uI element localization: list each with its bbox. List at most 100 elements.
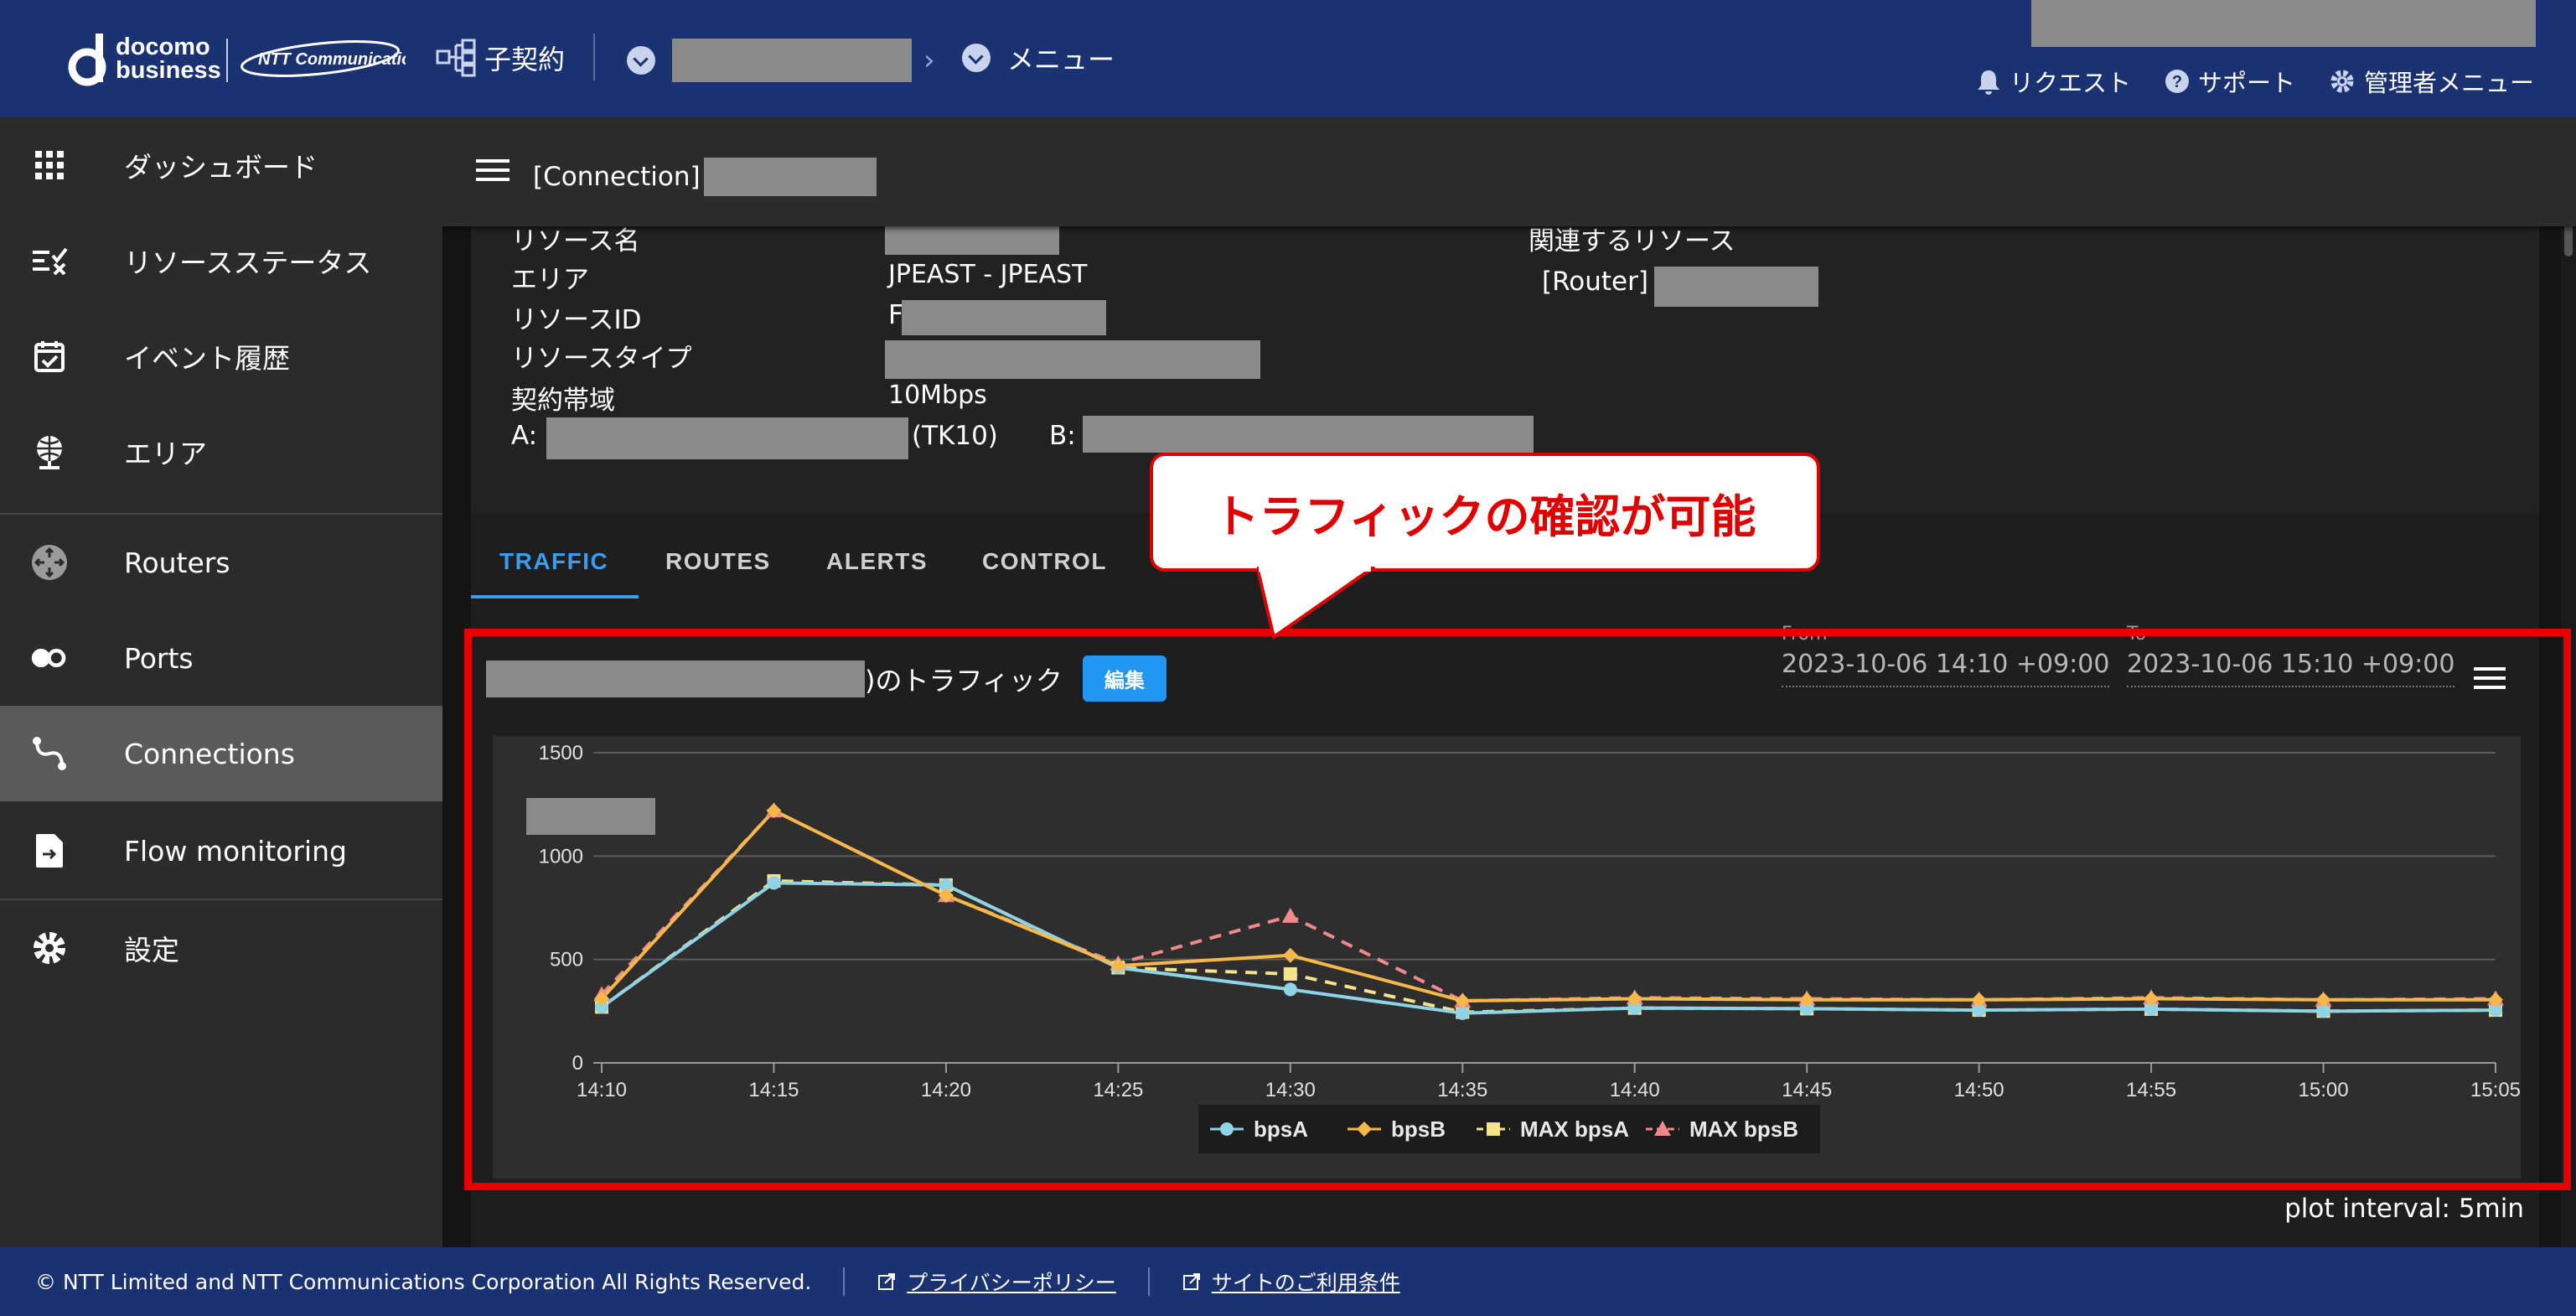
- page-title: [Connection]: [533, 158, 877, 196]
- menu-selector[interactable]: メニュー: [962, 39, 1115, 77]
- x-tick-label: 14:30: [1265, 1079, 1316, 1101]
- sidebar-item-label: エリア: [124, 438, 207, 470]
- annotation-callout: トラフィックの確認が可能: [1150, 453, 1820, 572]
- tab-alerts[interactable]: ALERTS: [826, 548, 928, 575]
- sidebar-item-connections[interactable]: Connections: [0, 706, 442, 801]
- sidebar-item-label: Routers: [124, 546, 230, 579]
- y-tick-label: 0: [572, 1052, 583, 1075]
- page-subheader: [Connection]: [442, 117, 2576, 226]
- redacted-resource-id: [902, 300, 1106, 335]
- from-datetime-field[interactable]: From 2023-10-06 14:10 +09:00: [1782, 624, 2110, 687]
- top-header: docomo business NTT Communications 子契約 ›…: [0, 0, 2576, 117]
- data-point-max-bpsa: [1283, 966, 1297, 981]
- endpoint-a-label: A:: [511, 421, 538, 451]
- data-point-bpsb: [1282, 947, 1298, 963]
- request-label: リクエスト: [2009, 69, 2131, 97]
- to-label: To: [2127, 624, 2147, 645]
- series-line-max-bpsa: [600, 878, 2496, 1014]
- redacted-user-info: [2031, 0, 2536, 47]
- sidebar-item-event-history[interactable]: イベント履歴: [0, 308, 442, 404]
- data-point-bpsa: [1283, 982, 1297, 997]
- resource-type-label: リソースタイプ: [511, 344, 692, 374]
- traffic-title-suffix: )のトラフィック: [865, 664, 1063, 697]
- traffic-chart-title: )のトラフィック 編集: [486, 655, 1166, 702]
- app-root: { "brand": {"line1": "docomo", "line2": …: [0, 0, 2576, 1316]
- support-link[interactable]: ? サポート: [2165, 64, 2295, 99]
- x-tick-label: 14:15: [748, 1079, 799, 1101]
- to-datetime-field[interactable]: To 2023-10-06 15:10 +09:00: [2127, 624, 2455, 687]
- checklist-icon: [30, 241, 69, 280]
- external-link-icon: [1182, 1273, 1200, 1290]
- sidebar-item-routers[interactable]: Routers: [0, 515, 442, 610]
- port-icon: [30, 639, 69, 677]
- x-tick-label: 14:50: [1954, 1079, 2004, 1101]
- sidebar-item-label: 設定: [124, 934, 179, 966]
- gear-icon: [30, 929, 69, 967]
- contract-nav[interactable]: 子契約: [436, 39, 565, 77]
- sidebar-item-label: Connections: [124, 737, 295, 770]
- docomo-logo-icon[interactable]: [65, 32, 117, 87]
- redacted-chart-label: [526, 798, 655, 835]
- from-label: From: [1782, 624, 1828, 645]
- chart-menu-icon[interactable]: [2474, 667, 2506, 695]
- footer-divider: [1147, 1267, 1150, 1296]
- related-router-label[interactable]: [Router]: [1542, 267, 1648, 297]
- header-divider: [593, 34, 595, 80]
- menu-label: メニュー: [1007, 44, 1115, 75]
- terms-link[interactable]: サイトのご利用条件: [1182, 1267, 1400, 1297]
- gear-icon: [2330, 70, 2354, 93]
- tab-control[interactable]: CONTROL: [982, 548, 1107, 575]
- data-point-bpsa: [1456, 1006, 1470, 1020]
- sidebar-item-dashboard[interactable]: ダッシュボード: [0, 117, 442, 213]
- area-value: JPEAST - JPEAST: [888, 260, 1088, 289]
- hamburger-menu-icon[interactable]: [476, 159, 510, 184]
- sidebar-item-settings[interactable]: 設定: [0, 900, 442, 996]
- x-tick-label: 15:05: [2470, 1079, 2521, 1101]
- svg-text:?: ?: [2172, 73, 2182, 91]
- bandwidth-value: 10Mbps: [888, 381, 987, 410]
- brand-logo-text: docomo business: [116, 35, 221, 83]
- globe-pin-icon: [30, 433, 69, 471]
- copyright-text: © NTT Limited and NTT Communications Cor…: [35, 1269, 812, 1294]
- privacy-policy-label: プライバシーポリシー: [907, 1271, 1116, 1295]
- x-tick-label: 14:35: [1437, 1079, 1487, 1101]
- x-tick-label: 14:40: [1610, 1079, 1660, 1101]
- page-title-text: [Connection]: [533, 162, 701, 192]
- sidebar-item-label: リソースステータス: [124, 246, 372, 279]
- redacted-endpoint-b: [1083, 416, 1534, 453]
- grid-icon: [30, 146, 69, 184]
- request-link[interactable]: リクエスト: [1976, 64, 2131, 99]
- sidebar-item-resource-status[interactable]: リソースステータス: [0, 213, 442, 308]
- tab-routes[interactable]: ROUTES: [665, 548, 771, 575]
- sidebar-item-ports[interactable]: Ports: [0, 610, 442, 706]
- admin-menu-link[interactable]: 管理者メニュー: [2329, 64, 2534, 99]
- logo-divider: [226, 39, 228, 82]
- legend-item-label: bpsA: [1254, 1117, 1308, 1142]
- connection-icon: [30, 734, 69, 773]
- sidebar-item-label: Ports: [124, 641, 194, 675]
- x-tick-label: 14:20: [921, 1079, 971, 1101]
- footer-divider: [843, 1267, 846, 1296]
- tab-traffic[interactable]: TRAFFIC: [499, 548, 608, 575]
- edit-button[interactable]: 編集: [1082, 655, 1166, 702]
- x-tick-label: 14:55: [2126, 1079, 2176, 1101]
- data-point-max-bpsb: [1281, 907, 1299, 923]
- sidebar-item-flow-monitoring[interactable]: Flow monitoring: [0, 803, 442, 899]
- redacted-connection-name: [703, 158, 877, 196]
- page-scrollbar[interactable]: [2561, 117, 2576, 1247]
- x-tick-label: 14:25: [1093, 1079, 1143, 1101]
- sidebar-item-label: Flow monitoring: [124, 834, 347, 868]
- endpoint-a-suffix: (TK10): [912, 421, 998, 451]
- chevron-down-icon: [627, 46, 655, 75]
- support-label: サポート: [2197, 69, 2295, 97]
- header-actions: リクエスト ? サポート 管理者メニュー: [1976, 64, 2534, 99]
- sidebar: ダッシュボード リソースステータス イベント履歴 エリア Routers Por…: [0, 117, 442, 1247]
- resource-id-label: リソースID: [511, 305, 642, 335]
- sidebar-item-area[interactable]: エリア: [0, 404, 442, 500]
- legend-item-label: bpsB: [1391, 1117, 1446, 1142]
- legend-marker: [1487, 1122, 1500, 1136]
- redacted-traffic-source: [486, 660, 865, 697]
- tenant-selector[interactable]: ›: [627, 39, 935, 82]
- privacy-policy-link[interactable]: プライバシーポリシー: [877, 1267, 1116, 1297]
- redacted-tenant: [672, 39, 912, 82]
